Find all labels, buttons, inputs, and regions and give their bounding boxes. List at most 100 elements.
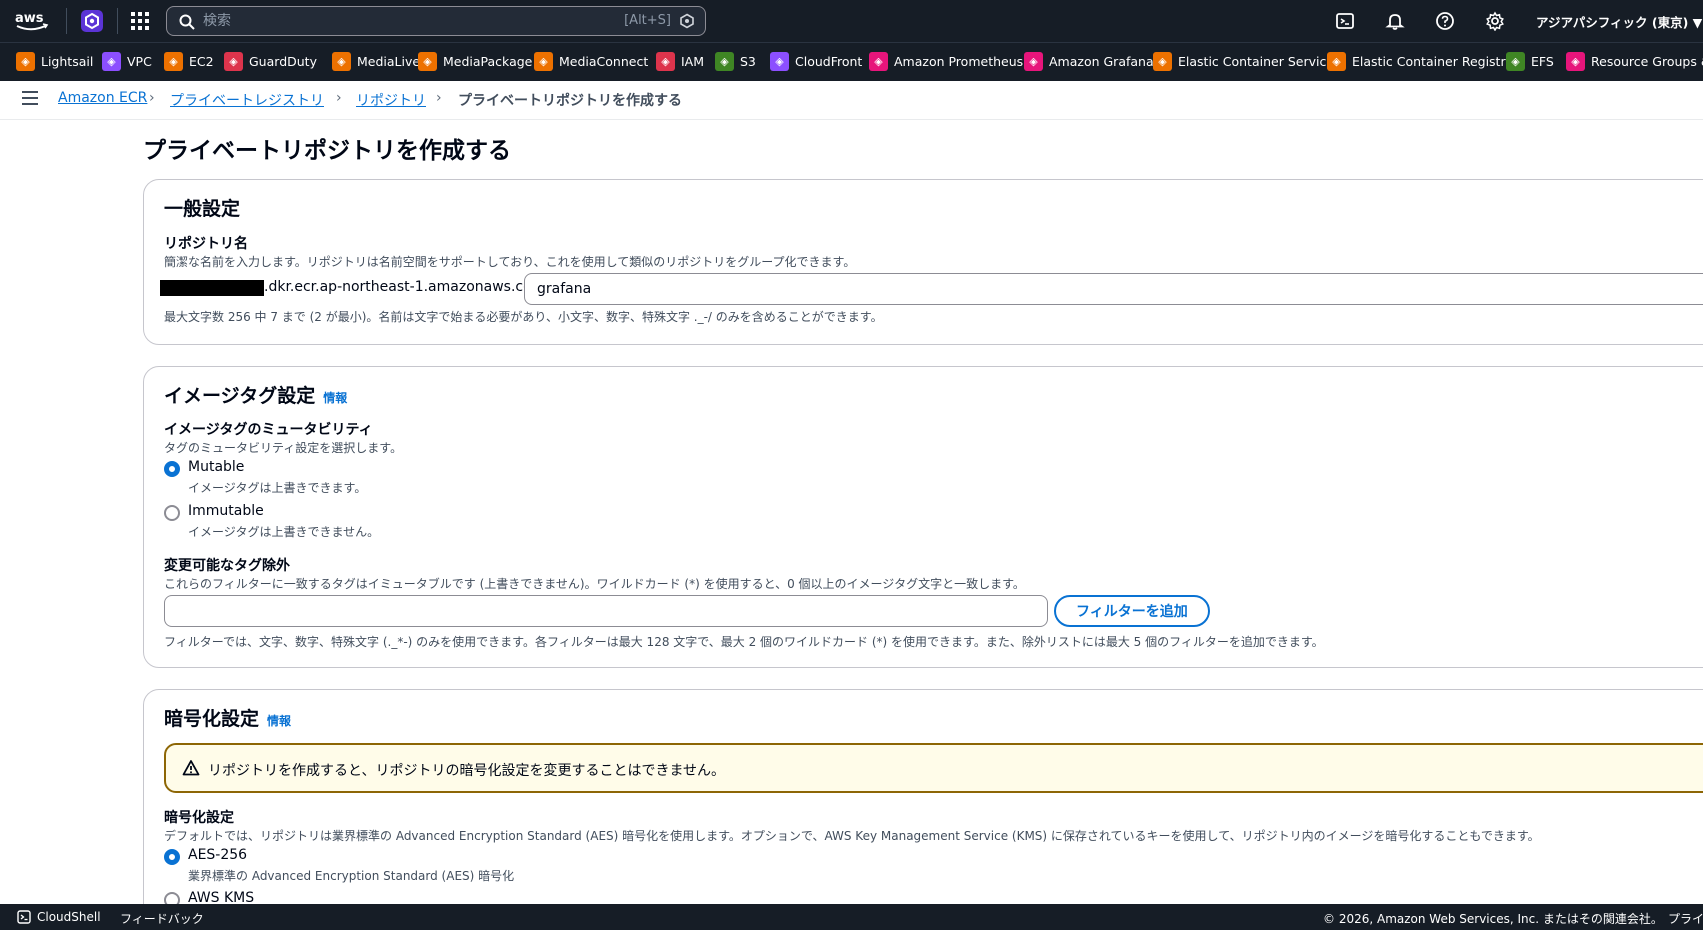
guardduty-icon: ◈	[224, 52, 243, 71]
footer-feedback-link[interactable]: フィードバック	[120, 910, 204, 927]
repository-name-label: リポジトリ名	[164, 236, 248, 252]
search-box[interactable]: [Alt+S]	[166, 6, 706, 36]
registry-uri-prefix: .dkr.ecr.ap-northeast-1.amazonaws.com/	[264, 279, 551, 295]
repository-name-description: 簡潔な名前を入力します。リポジトリは名前空間をサポートしており、これを使用して類…	[164, 255, 856, 269]
search-input[interactable]	[203, 7, 583, 35]
mutable-label[interactable]: Mutable	[188, 459, 244, 475]
repository-name-input[interactable]	[524, 273, 1703, 305]
encryption-info-link[interactable]: 情報	[267, 714, 291, 728]
footer-privacy-link[interactable]: プライ	[1668, 910, 1703, 927]
immutable-radio[interactable]	[164, 505, 180, 521]
encryption-settings-title: 暗号化設定 情報	[164, 704, 291, 731]
image-tag-settings-heading: イメージタグ設定	[164, 385, 316, 407]
favorite-mediaconnect[interactable]: ◈ MediaConnect	[534, 52, 648, 71]
favorite-guardduty[interactable]: ◈ GuardDuty	[224, 52, 317, 71]
repository-name-constraint: 最大文字数 256 中 7 まで (2 が最小)。名前は文字で始まる必要があり、…	[164, 310, 883, 324]
favorite-resource-groups-t[interactable]: ◈ Resource Groups & T	[1566, 52, 1703, 71]
chevron-right-icon: ›	[149, 90, 155, 106]
favorite-label: Elastic Container Service	[1178, 54, 1335, 69]
grafana-icon: ◈	[1024, 52, 1043, 71]
medialive-icon: ◈	[332, 52, 351, 71]
favorite-label: IAM	[681, 54, 705, 69]
favorite-label: GuardDuty	[249, 54, 317, 69]
favorite-iam[interactable]: ◈ IAM	[656, 52, 704, 71]
favorite-elastic-container-registry[interactable]: ◈ Elastic Container Registry	[1327, 52, 1513, 71]
nav-divider	[117, 8, 118, 34]
favorite-cloudfront[interactable]: ◈ CloudFront	[770, 52, 862, 71]
prometheus-icon: ◈	[869, 52, 888, 71]
favorite-label: Elastic Container Registry	[1352, 54, 1513, 69]
favorite-label: Resource Groups & T	[1591, 54, 1703, 69]
favorites-bar: ◈ Lightsail ◈ VPC ◈ EC2 ◈ GuardDuty ◈ MediaLive ◈ M…	[0, 42, 1703, 81]
favorite-label: EC2	[189, 54, 214, 69]
vpc-icon: ◈	[102, 52, 121, 71]
favorite-vpc[interactable]: ◈ VPC	[102, 52, 152, 71]
tag-filter-input[interactable]	[164, 595, 1048, 627]
immutable-description: イメージタグは上書きできません。	[188, 525, 380, 539]
ec2-icon: ◈	[164, 52, 183, 71]
favorite-mediapackage[interactable]: ◈ MediaPackage	[418, 52, 532, 71]
image-tag-info-link[interactable]: 情報	[323, 391, 347, 405]
menu-hamburger-icon[interactable]	[22, 89, 40, 107]
efs-icon: ◈	[1506, 52, 1525, 71]
favorite-medialive[interactable]: ◈ MediaLive	[332, 52, 420, 71]
footer-copyright: © 2026, Amazon Web Services, Inc. またはその関…	[1323, 912, 1663, 926]
general-settings-panel: 一般設定 リポジトリ名 簡潔な名前を入力します。リポジトリは名前空間をサポートし…	[143, 179, 1703, 345]
favorite-ec2[interactable]: ◈ EC2	[164, 52, 214, 71]
footer-cloudshell-icon[interactable]	[17, 910, 31, 924]
notifications-bell-icon[interactable]	[1385, 11, 1405, 31]
favorite-label: CloudFront	[795, 54, 863, 69]
breadcrumb-current: プライベートリポジトリを作成する	[458, 93, 682, 109]
favorite-label: EFS	[1531, 54, 1554, 69]
mediapackage-icon: ◈	[418, 52, 437, 71]
favorite-efs[interactable]: ◈ EFS	[1506, 52, 1554, 71]
favorite-label: MediaLive	[357, 54, 421, 69]
breadcrumb-amazon-ecr[interactable]: Amazon ECR	[58, 90, 147, 106]
lightsail-icon: ◈	[16, 52, 35, 71]
favorite-lightsail[interactable]: ◈ Lightsail	[16, 52, 93, 71]
general-settings-title: 一般設定	[164, 198, 241, 220]
aws-logo[interactable]: aws	[14, 9, 50, 33]
favorite-elastic-container-service[interactable]: ◈ Elastic Container Service	[1153, 52, 1334, 71]
favorite-label: MediaConnect	[559, 54, 649, 69]
services-grid-icon[interactable]	[131, 12, 149, 30]
breadcrumb-repositories[interactable]: リポジトリ	[356, 90, 426, 110]
tag-filter-constraint: フィルターでは、文字、数字、特殊文字 (._*-) のみを使用できます。各フィル…	[164, 635, 1324, 649]
aes256-label[interactable]: AES-256	[188, 847, 247, 863]
favorite-label: MediaPackage	[443, 54, 533, 69]
encryption-settings-panel: 暗号化設定 情報 リポジトリを作成すると、リポジトリの暗号化設定を変更することはで…	[143, 689, 1703, 930]
mutable-radio[interactable]	[164, 461, 180, 477]
tag-mutability-description: タグのミュータビリティ設定を選択します。	[164, 441, 403, 455]
favorite-label: S3	[740, 54, 756, 69]
resource-groups-icon: ◈	[1566, 52, 1585, 71]
chevron-right-icon: ›	[336, 90, 342, 106]
add-filter-button[interactable]: フィルターを追加	[1054, 595, 1210, 627]
immutable-label[interactable]: Immutable	[188, 503, 264, 519]
search-icon	[179, 14, 195, 30]
top-navigation: aws [Alt+S]	[0, 0, 1703, 42]
favorite-s3[interactable]: ◈ S3	[715, 52, 756, 71]
app-switcher-icon[interactable]	[81, 10, 103, 32]
aes256-description: 業界標準の Advanced Encryption Standard (AES)…	[188, 869, 515, 883]
encryption-warning-text: リポジトリを作成すると、リポジトリの暗号化設定を変更することはできません。	[208, 763, 726, 779]
region-selector[interactable]: アジアパシフィック (東京) ▼	[1536, 12, 1702, 31]
help-icon[interactable]	[1435, 11, 1455, 31]
favorite-amazon-grafana[interactable]: ◈ Amazon Grafana	[1024, 52, 1154, 71]
image-tag-settings-panel: イメージタグ設定 情報 イメージタグのミュータビリティ タグのミュータビリティ設定…	[143, 366, 1703, 668]
tag-mutability-label: イメージタグのミュータビリティ	[164, 422, 373, 438]
amazon-q-icon[interactable]	[679, 13, 695, 29]
settings-gear-icon[interactable]	[1485, 11, 1505, 31]
footer-cloudshell-link[interactable]: CloudShell	[37, 910, 101, 924]
ecr-icon: ◈	[1327, 52, 1346, 71]
mediaconnect-icon: ◈	[534, 52, 553, 71]
image-tag-settings-title: イメージタグ設定 情報	[164, 381, 347, 408]
aes256-radio[interactable]	[164, 849, 180, 865]
breadcrumb-private-registry[interactable]: プライベートレジストリ	[170, 90, 324, 110]
favorite-amazon-prometheus[interactable]: ◈ Amazon Prometheus	[869, 52, 1023, 71]
favorite-label: Amazon Grafana	[1049, 54, 1154, 69]
cloudshell-icon[interactable]	[1335, 11, 1355, 31]
s3-icon: ◈	[715, 52, 734, 71]
encryption-warning-alert: リポジトリを作成すると、リポジトリの暗号化設定を変更することはできません。	[164, 743, 1703, 793]
tag-exclusion-description: これらのフィルターに一致するタグはイミュータブルです (上書きできません)。ワイ…	[164, 577, 1025, 591]
ecs-icon: ◈	[1153, 52, 1172, 71]
